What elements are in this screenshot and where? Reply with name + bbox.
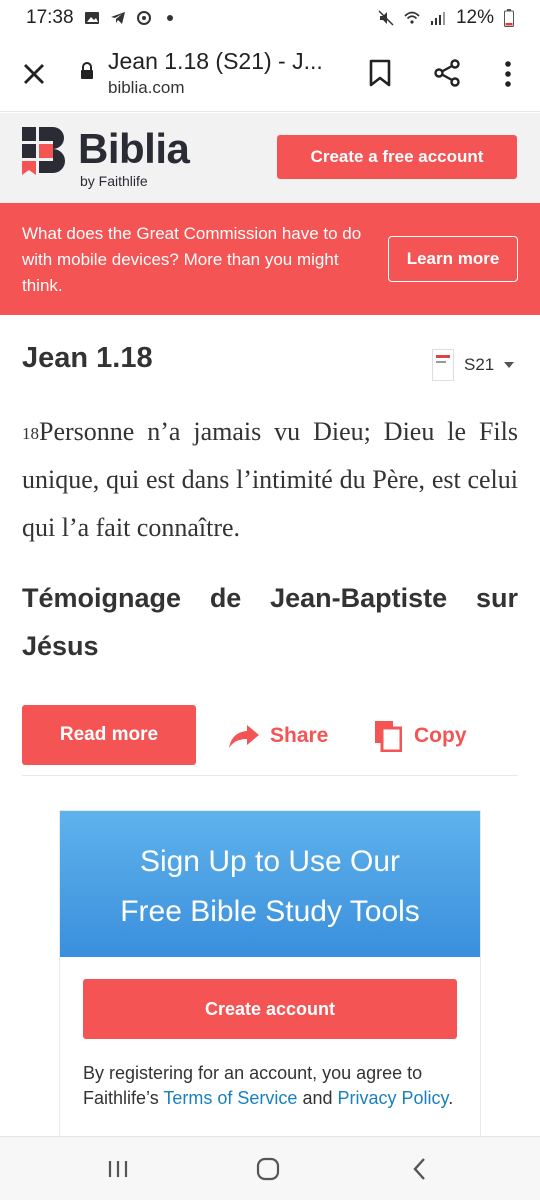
battery-icon [504, 9, 514, 27]
copy-icon [375, 721, 402, 752]
status-left: 17:38 [26, 7, 178, 29]
logo-byline: by Faithlife [80, 173, 148, 189]
battery-percent: 12% [455, 7, 494, 28]
home-icon[interactable] [256, 1157, 280, 1181]
system-nav-bar [0, 1136, 540, 1200]
share-icon[interactable] [432, 58, 462, 88]
browser-page-title[interactable]: Jean 1.18 (S21) - J... [108, 48, 344, 75]
share-arrow-icon [229, 725, 259, 748]
learn-more-button[interactable]: Learn more [388, 236, 518, 282]
back-icon[interactable] [410, 1157, 430, 1181]
verse-number: 18 [22, 424, 39, 443]
more-vert-icon[interactable] [496, 58, 520, 90]
telegram-icon [110, 12, 125, 24]
lock-icon [81, 62, 93, 79]
dot-icon [166, 15, 173, 21]
signup-banner: Sign Up to Use Our Free Bible Study Tool… [60, 811, 480, 957]
status-right: 12% [378, 7, 514, 29]
wifi-icon [404, 11, 420, 24]
bible-cover-icon [432, 349, 454, 381]
logo-wordmark[interactable]: Biblia [78, 127, 190, 171]
promo-banner: What does the Great Commission have to d… [0, 203, 540, 315]
site-header: Biblia by Faithlife Create a free accoun… [0, 113, 540, 203]
version-selector[interactable]: S21 [432, 348, 515, 382]
gallery-icon [84, 12, 99, 24]
banner-text: What does the Great Commission have to d… [22, 224, 362, 295]
read-more-button[interactable]: Read more [22, 705, 196, 765]
section-heading: Témoignage de Jean-Baptiste sur Jésus [22, 583, 518, 661]
signup-title-line2: Free Bible Study Tools [120, 895, 420, 928]
share-label: Share [270, 724, 329, 747]
copy-label: Copy [414, 724, 467, 747]
divider [22, 775, 518, 776]
share-button[interactable]: Share [228, 714, 328, 758]
close-icon[interactable] [18, 58, 50, 90]
browser-url[interactable]: biblia.com [108, 78, 185, 98]
biblia-logo-icon[interactable] [22, 127, 66, 175]
copy-button[interactable]: Copy [374, 714, 467, 758]
create-account-button[interactable]: Create account [83, 979, 457, 1039]
chevron-down-icon [504, 362, 515, 368]
mute-icon [378, 10, 394, 26]
terms-text: By registering for an account, you agree… [83, 1061, 463, 1111]
sync-icon [136, 11, 151, 25]
verse-text: Personne n’a jamais vu Dieu; Dieu le Fil… [22, 417, 518, 542]
create-free-account-button[interactable]: Create a free account [277, 135, 517, 179]
signal-icon [430, 12, 445, 25]
verse-text-block: 18Personne n’a jamais vu Dieu; Dieu le F… [22, 408, 518, 552]
status-time: 17:38 [26, 7, 74, 28]
terms-and: and [297, 1088, 338, 1108]
terms-of-service-link[interactable]: Terms of Service [163, 1088, 297, 1108]
status-bar: 17:38 12% [0, 0, 540, 36]
signup-card: Sign Up to Use Our Free Bible Study Tool… [60, 811, 480, 1141]
recents-icon[interactable] [106, 1159, 130, 1179]
privacy-policy-link[interactable]: Privacy Policy [337, 1088, 448, 1108]
browser-toolbar: Jean 1.18 (S21) - J... biblia.com [0, 36, 540, 112]
passage-reference: Jean 1.18 [22, 342, 153, 374]
signup-title-line1: Sign Up to Use Our [139, 845, 401, 878]
bookmark-icon[interactable] [366, 58, 394, 88]
version-label: S21 [464, 355, 495, 374]
signup-title: Sign Up to Use Our Free Bible Study Tool… [60, 837, 480, 937]
terms-suffix: . [448, 1088, 454, 1108]
